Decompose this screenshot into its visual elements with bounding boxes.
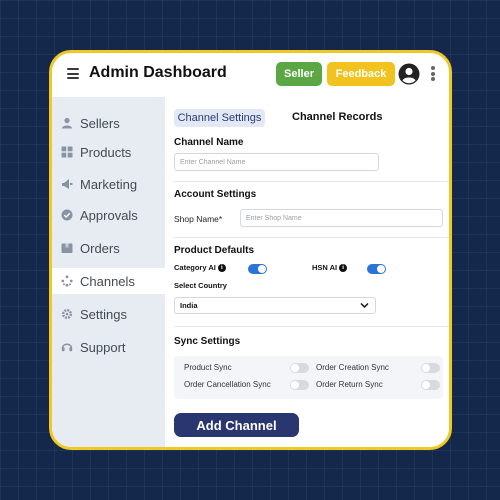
sidebar-item-label: Channels	[80, 273, 135, 289]
sidebar-item-support[interactable]: Support	[52, 334, 165, 360]
shop-name-input[interactable]	[240, 209, 443, 227]
page-title: Admin Dashboard	[89, 64, 227, 81]
sync-options-box: Product Sync Order Creation Sync Order C…	[174, 356, 443, 399]
seller-button[interactable]: Seller	[276, 62, 322, 86]
hamburger-menu-icon[interactable]	[67, 68, 79, 79]
sidebar-item-label: Marketing	[80, 176, 138, 192]
info-icon[interactable]: i	[339, 264, 348, 273]
sidebar-item-approvals[interactable]: Approvals	[52, 202, 165, 228]
order-return-sync-toggle[interactable]	[421, 380, 440, 390]
hsn-ai-text: HSN AI	[312, 263, 338, 272]
divider	[174, 237, 449, 238]
dashboard-card: Admin Dashboard Seller Feedback Sellers …	[49, 50, 452, 450]
person-icon	[61, 117, 73, 129]
channel-name-label: Channel Name	[174, 137, 244, 148]
box-icon	[61, 242, 73, 254]
megaphone-icon	[61, 178, 73, 190]
product-sync-toggle[interactable]	[290, 363, 309, 373]
sidebar-item-label: Approvals	[80, 207, 138, 223]
select-country-label: Select Country	[174, 281, 227, 290]
sidebar: Sellers Products Marketing Approvals Ord…	[52, 97, 165, 447]
sidebar-item-label: Sellers	[80, 115, 120, 131]
divider	[174, 181, 449, 182]
sidebar-item-sellers[interactable]: Sellers	[52, 110, 165, 136]
user-avatar-icon[interactable]	[398, 63, 420, 85]
sidebar-item-label: Settings	[80, 306, 127, 322]
sidebar-item-channels[interactable]: Channels	[52, 268, 165, 294]
network-icon	[61, 275, 73, 287]
sidebar-item-label: Products	[80, 144, 132, 160]
account-settings-heading: Account Settings	[174, 189, 257, 200]
divider	[174, 326, 449, 327]
check-circle-icon	[61, 209, 73, 221]
channel-name-input[interactable]	[174, 153, 379, 171]
headset-icon	[61, 341, 73, 353]
header: Admin Dashboard Seller Feedback	[52, 53, 449, 97]
sidebar-item-settings[interactable]: Settings	[52, 301, 165, 327]
product-sync-label: Product Sync	[184, 363, 232, 372]
category-ai-label: Category AI i	[174, 263, 226, 273]
order-cancellation-sync-label: Order Cancellation Sync	[184, 380, 271, 389]
tab-channel-settings[interactable]: Channel Settings	[174, 109, 265, 127]
sidebar-item-orders[interactable]: Orders	[52, 235, 165, 261]
sidebar-item-marketing[interactable]: Marketing	[52, 171, 165, 197]
chevron-down-icon	[360, 302, 369, 311]
order-return-sync-label: Order Return Sync	[316, 380, 383, 389]
country-value: India	[180, 301, 198, 310]
hsn-ai-toggle[interactable]	[367, 264, 386, 274]
more-options-icon[interactable]	[430, 66, 436, 82]
order-creation-sync-toggle[interactable]	[421, 363, 440, 373]
add-channel-button[interactable]: Add Channel	[174, 413, 299, 437]
sidebar-item-label: Support	[80, 339, 126, 355]
order-creation-sync-label: Order Creation Sync	[316, 363, 389, 372]
tab-channel-records[interactable]: Channel Records	[292, 111, 382, 123]
category-ai-text: Category AI	[174, 263, 216, 272]
gear-icon	[61, 308, 73, 320]
grid-icon	[61, 146, 73, 158]
product-defaults-heading: Product Defaults	[174, 245, 255, 256]
order-cancellation-sync-toggle[interactable]	[290, 380, 309, 390]
main-panel: Channel Settings Channel Records Channel…	[165, 97, 449, 447]
category-ai-toggle[interactable]	[248, 264, 267, 274]
country-select[interactable]: India	[174, 297, 376, 314]
feedback-button[interactable]: Feedback	[327, 62, 395, 86]
info-icon[interactable]: i	[217, 264, 226, 273]
shop-name-label: Shop Name*	[174, 214, 223, 224]
hsn-ai-label: HSN AI i	[312, 263, 348, 273]
sync-settings-heading: Sync Settings	[174, 336, 241, 347]
sidebar-item-products[interactable]: Products	[52, 139, 165, 165]
sidebar-item-label: Orders	[80, 240, 120, 256]
